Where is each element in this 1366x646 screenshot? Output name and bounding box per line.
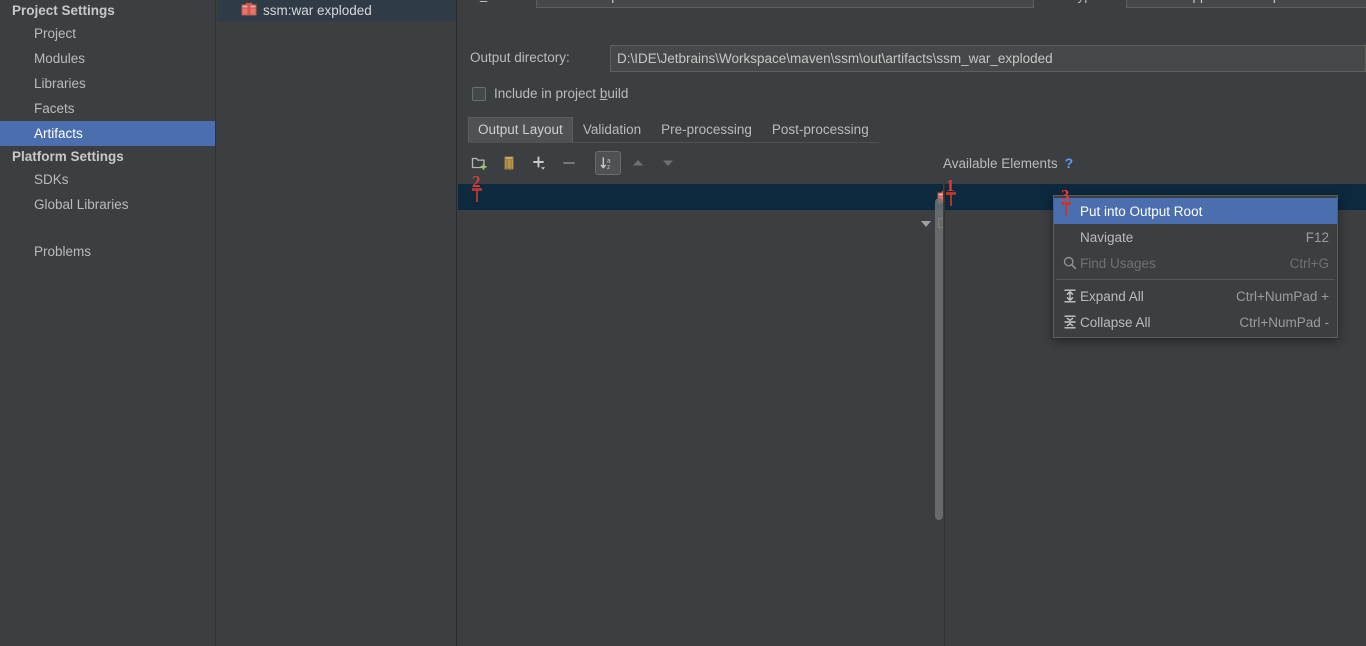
output-tree-node[interactable]: Maven: c3p0:c3p0:0.9.1.2 (Project Librar… <box>458 314 943 340</box>
context-menu-item-label: Navigate <box>1080 229 1134 245</box>
context-menu-item-shortcut: F12 <box>1305 229 1329 245</box>
sidebar-item-sdks[interactable]: SDKs <box>0 167 215 192</box>
web-application-exploded-icon <box>1133 0 1148 5</box>
output-tree-node[interactable]: <output root> <box>458 184 943 210</box>
context-menu-item-shortcut: Ctrl+NumPad - <box>1239 314 1329 330</box>
tab-output-layout[interactable]: Output Layout <box>468 117 573 142</box>
output-layout-toolbar[interactable]: az <box>466 148 938 178</box>
include-in-project-build-checkbox[interactable] <box>472 86 486 101</box>
artifact-list-item[interactable]: ssm:war exploded <box>217 0 456 21</box>
output-layout-tree[interactable]: <output root>WEB-INFclasses'ssm' compile… <box>458 184 943 646</box>
context-menu-item-label: Find Usages <box>1080 255 1156 271</box>
type-combo-value: Web Application: Exploded <box>1153 0 1313 4</box>
sort-button[interactable]: az <box>595 151 621 175</box>
tab-validation[interactable]: Validation <box>573 117 651 142</box>
output-tree-node[interactable]: Maven: com.fasterxml.jackson.core:jackso… <box>458 392 943 418</box>
minus-icon <box>561 155 577 171</box>
help-icon[interactable]: ? <box>1065 155 1074 171</box>
output-tree-node[interactable]: Maven: log4j:log4j:1.2.17 (Project Libra… <box>458 574 943 600</box>
output-directory-value: D:\IDE\Jetbrains\Workspace\maven\ssm\out… <box>617 51 1053 66</box>
add-element-button[interactable] <box>526 151 552 175</box>
context-menu-separator <box>1056 279 1335 280</box>
type-label: Type: <box>1070 0 1103 3</box>
arrow-up-icon <box>630 155 646 171</box>
sidebar-group-project-settings: Project Settings <box>12 3 115 18</box>
sidebar-group-platform-settings: Platform Settings <box>12 149 124 164</box>
archive-icon <box>501 155 517 171</box>
output-tree-node[interactable]: Maven: org.hamcrest:hamcrest-core:1.3 (P… <box>458 626 943 646</box>
output-tree-node[interactable]: Maven: commons-fileupload:commons-fileup… <box>458 444 943 470</box>
remove-element-button <box>556 151 582 175</box>
sidebar-item-artifacts[interactable]: Artifacts <box>0 121 215 146</box>
type-combo[interactable]: Web Application: Exploded <box>1126 0 1366 8</box>
settings-sidebar: Project Settings Project Modules Libraries F… <box>0 0 216 646</box>
sidebar-item-global-libraries[interactable]: Global Libraries <box>0 192 215 217</box>
output-tree-node[interactable]: Maven: com.fasterxml.jackson.core:jackso… <box>458 366 943 392</box>
name-label: Name: <box>470 0 510 3</box>
sidebar-item-project[interactable]: Project <box>0 21 215 46</box>
svg-text:z: z <box>607 164 610 171</box>
name-input-value: ssm:war exploded <box>543 0 652 4</box>
output-tree-node[interactable]: Maven: commons-io:commons-io:2.2 (Projec… <box>458 470 943 496</box>
artifact-list-item-label: ssm:war exploded <box>263 3 372 18</box>
output-tree-node[interactable]: Maven: junit:junit:4.12 (Project Library… <box>458 548 943 574</box>
sidebar-item-modules[interactable]: Modules <box>0 46 215 71</box>
include-in-project-build-row[interactable]: Include in project build <box>472 86 628 101</box>
available-elements-label: Available Elements <box>943 155 1058 171</box>
arrow-down-icon <box>660 155 676 171</box>
available-elements-header: Available Elements ? <box>943 155 1073 171</box>
tab-pre-processing[interactable]: Pre-processing <box>651 117 762 142</box>
add-directory-button[interactable] <box>466 151 492 175</box>
context-menu-item-find-usages: Find Usages Ctrl+G <box>1054 250 1337 276</box>
output-tree-node[interactable]: 'ssm' compile output <box>458 262 943 288</box>
move-down-button <box>655 151 681 175</box>
context-menu-item-put-into-output-root[interactable]: Put into Output Root <box>1054 198 1337 224</box>
sidebar-item-problems[interactable]: Problems <box>0 239 215 264</box>
chevron-down-icon[interactable] <box>920 217 933 230</box>
context-menu-item-collapse-all[interactable]: Collapse All Ctrl+NumPad - <box>1054 309 1337 335</box>
output-directory-input[interactable]: D:\IDE\Jetbrains\Workspace\maven\ssm\out… <box>610 45 1366 72</box>
output-tree-node[interactable]: Maven: jstl:jstl:1.2 (Project Library) <box>458 522 943 548</box>
context-menu-item-shortcut: Ctrl+G <box>1289 255 1329 271</box>
context-menu-item-label: Put into Output Root <box>1080 203 1203 219</box>
context-menu-item-shortcut: Ctrl+NumPad + <box>1235 288 1329 304</box>
search-icon <box>1060 255 1080 271</box>
context-menu[interactable]: Put into Output Root Navigate F12 Find Usag… <box>1053 195 1338 338</box>
sidebar-item-facets[interactable]: Facets <box>0 96 215 121</box>
artifacts-list-panel: ssm:war exploded <box>217 0 457 646</box>
collapse-all-icon <box>1060 314 1080 330</box>
output-tree-node[interactable]: Maven: com.fasterxml.jackson.core:jackso… <box>458 340 943 366</box>
output-tree-scrollbar[interactable] <box>935 184 943 646</box>
output-tree-node[interactable]: WEB-INF <box>458 210 943 236</box>
output-tree-node[interactable]: Maven: com.microsoft.sqlserver:mssql-jdb… <box>458 418 943 444</box>
context-menu-item-label: Expand All <box>1080 288 1144 304</box>
expand-all-icon <box>1060 288 1080 304</box>
artifact-icon <box>241 1 257 20</box>
output-tree-scrollbar-thumb[interactable] <box>935 198 943 520</box>
context-menu-item-navigate[interactable]: Navigate F12 <box>1054 224 1337 250</box>
add-archive-button[interactable] <box>496 151 522 175</box>
output-settings-tabs[interactable]: Output Layout Validation Pre-processing Pos… <box>468 117 879 143</box>
context-menu-item-expand-all[interactable]: Expand All Ctrl+NumPad + <box>1054 283 1337 309</box>
output-directory-label: Output directory: <box>470 50 570 65</box>
plus-dropdown-icon <box>531 155 547 171</box>
folder-add-icon <box>471 155 487 171</box>
output-tree-node[interactable]: classes <box>458 236 943 262</box>
context-menu-item-label: Collapse All <box>1080 314 1151 330</box>
move-up-button <box>625 151 651 175</box>
output-tree-node[interactable]: lib <box>458 288 943 314</box>
output-tree-node[interactable]: Maven: org.aspectj:aspectjweaver:1.8.13 … <box>458 600 943 626</box>
output-tree-node[interactable]: Maven: javax.servlet:servlet-api:3.0-alp… <box>458 496 943 522</box>
name-input[interactable]: ssm:war exploded <box>536 0 1034 8</box>
include-in-project-build-label: Include in project build <box>494 86 629 101</box>
sort-az-icon: az <box>600 155 616 171</box>
sidebar-item-libraries[interactable]: Libraries <box>0 71 215 96</box>
tab-post-processing[interactable]: Post-processing <box>762 117 879 142</box>
